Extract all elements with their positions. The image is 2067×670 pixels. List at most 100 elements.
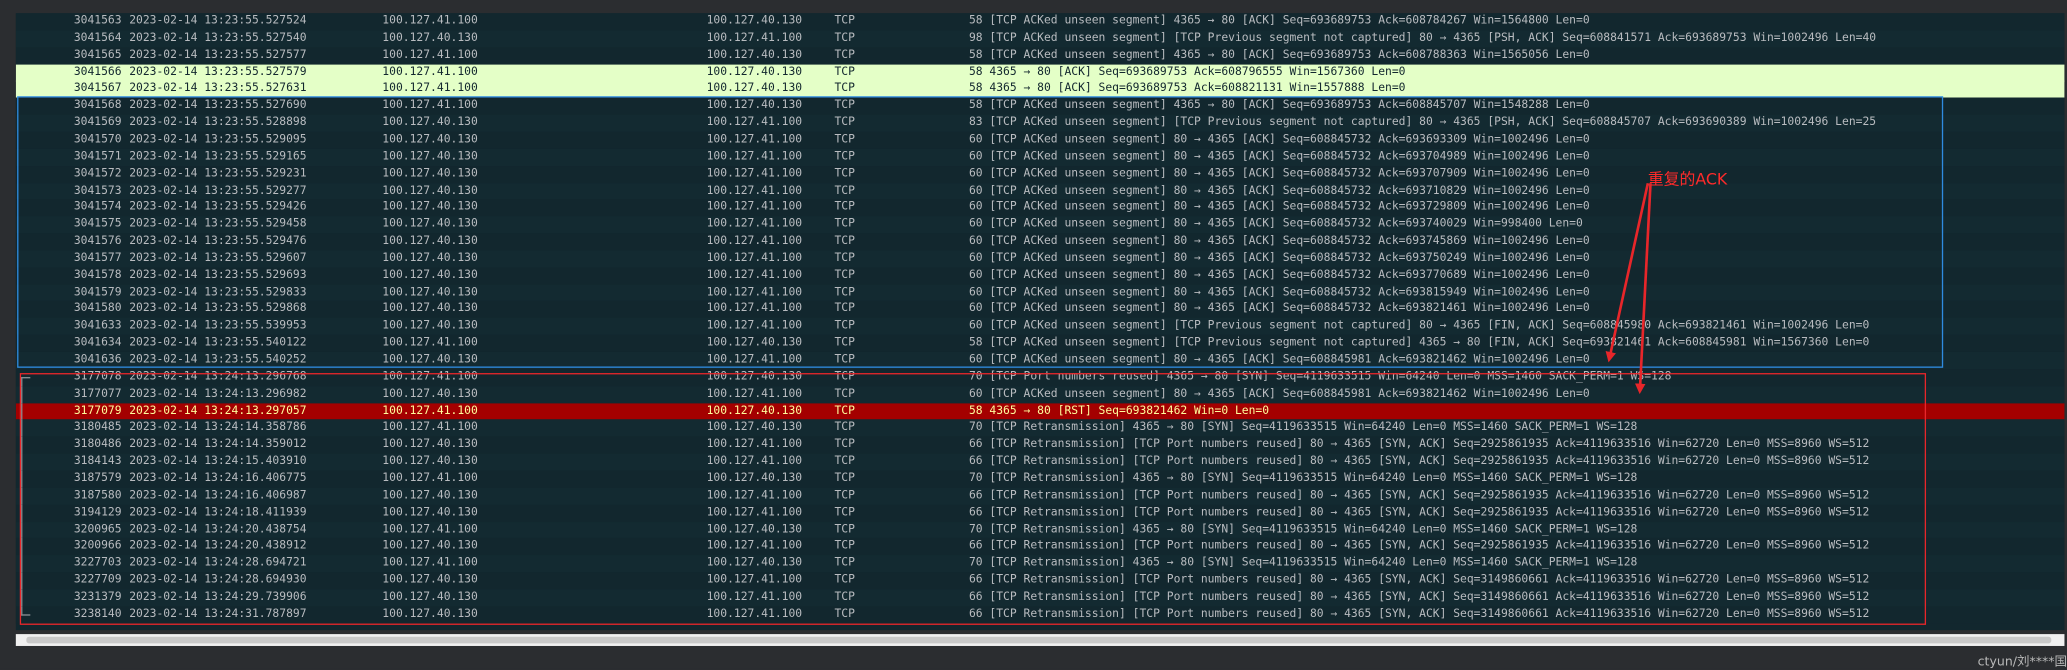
- packet-info: 60 [TCP ACKed unseen segment] 80 → 4365 …: [968, 302, 1590, 316]
- packet-source: 100.127.41.100: [382, 556, 478, 570]
- packet-destination: 100.127.41.100: [706, 200, 803, 215]
- packet-source: 100.127.40.130: [382, 438, 478, 452]
- packet-row[interactable]: 3200966 2023-02-14 13:24:20.438912 100.127…: [15, 538, 2065, 556]
- packet-destination: 100.127.41.100: [706, 150, 803, 164]
- packet-row[interactable]: 3041576 2023-02-14 13:23:55.529476 100.127…: [15, 233, 2065, 251]
- packet-row[interactable]: 3177078 2023-02-14 13:24:13.296768 100.127…: [15, 368, 2065, 388]
- packet-info: 70 [TCP Retransmission] 4365 → 80 [SYN] …: [968, 471, 1638, 486]
- packet-source: 100.127.40.130: [382, 302, 478, 316]
- conversation-bracket: [21, 470, 30, 488]
- packet-info: 66 [TCP Retransmission] [TCP Port number…: [968, 505, 1870, 519]
- packet-row[interactable]: 3238140 2023-02-14 13:24:31.787897 100.127…: [15, 606, 2065, 624]
- conversation-bracket: [21, 521, 30, 539]
- packet-row[interactable]: 3041565 2023-02-14 13:23:55.527577 100.127…: [15, 47, 2065, 65]
- packet-source: 100.127.41.100: [382, 14, 478, 28]
- packet-row[interactable]: 3187580 2023-02-14 13:24:16.406987 100.127…: [15, 487, 2065, 505]
- packet-row[interactable]: 3041579 2023-02-14 13:23:55.529833 100.127…: [15, 284, 2065, 302]
- packet-row[interactable]: 3041569 2023-02-14 13:23:55.528898 100.127…: [15, 114, 2065, 132]
- packet-destination: 100.127.41.100: [706, 166, 803, 181]
- packet-destination: 100.127.41.100: [706, 590, 803, 604]
- packet-time: 2023-02-14 13:24:20.438754: [129, 522, 307, 536]
- packet-number: 3041574: [73, 200, 122, 215]
- packet-destination: 100.127.41.100: [706, 217, 803, 231]
- packet-row[interactable]: 3041570 2023-02-14 13:23:55.529095 100.127…: [15, 131, 2065, 149]
- packet-row[interactable]: 3041580 2023-02-14 13:23:55.529868 100.127…: [15, 301, 2065, 319]
- packet-row[interactable]: 3041634 2023-02-14 13:23:55.540122 100.127…: [15, 335, 2065, 353]
- packet-row[interactable]: 3041578 2023-02-14 13:23:55.529693 100.127…: [15, 267, 2065, 285]
- packet-row[interactable]: 3200965 2023-02-14 13:24:20.438754 100.127…: [15, 521, 2065, 539]
- packet-row[interactable]: 3041564 2023-02-14 13:23:55.527540 100.127…: [15, 30, 2065, 48]
- packet-destination: 100.127.41.100: [706, 539, 803, 553]
- packet-source: 100.127.40.130: [382, 387, 478, 401]
- packet-source: 100.127.40.130: [382, 166, 478, 181]
- packet-row[interactable]: 3187579 2023-02-14 13:24:16.406775 100.127…: [15, 470, 2065, 488]
- packet-time: 2023-02-14 13:23:55.529476: [129, 234, 307, 248]
- packet-row[interactable]: 3180485 2023-02-14 13:24:14.358786 100.127…: [15, 419, 2065, 437]
- packet-number: 3041636: [73, 353, 122, 367]
- packet-number: 3041563: [73, 14, 122, 28]
- packet-row[interactable]: 3041574 2023-02-14 13:23:55.529426 100.127…: [15, 199, 2065, 217]
- packet-protocol: TCP: [834, 150, 855, 164]
- packet-row[interactable]: 3041568 2023-02-14 13:23:55.527690 100.127…: [15, 97, 2065, 116]
- packet-info: 60 [TCP ACKed unseen segment] 80 → 4365 …: [968, 353, 1590, 367]
- conversation-bracket: [21, 402, 30, 420]
- packet-protocol: TCP: [834, 539, 855, 553]
- packet-number: 3231379: [73, 590, 122, 604]
- packet-destination: 100.127.40.130: [706, 421, 803, 435]
- packet-row[interactable]: 3227703 2023-02-14 13:24:28.694721 100.127…: [15, 555, 2065, 573]
- packet-destination: 100.127.40.130: [706, 522, 803, 536]
- packet-number: 3041569: [73, 116, 122, 130]
- packet-source: 100.127.41.100: [382, 471, 478, 486]
- packet-row[interactable]: 3227709 2023-02-14 13:24:28.694930 100.127…: [15, 572, 2065, 590]
- conversation-bracket: [21, 555, 30, 573]
- packet-row[interactable]: 3177079 2023-02-14 13:24:13.297057 100.127…: [15, 402, 2065, 420]
- packet-row[interactable]: 3194129 2023-02-14 13:24:18.411939 100.127…: [15, 504, 2065, 522]
- packet-time: 2023-02-14 13:23:55.527631: [129, 82, 307, 96]
- packet-protocol: TCP: [834, 370, 855, 384]
- packet-row[interactable]: 3041573 2023-02-14 13:23:55.529277 100.127…: [15, 182, 2065, 200]
- packet-row[interactable]: 3177077 2023-02-14 13:24:13.296982 100.127…: [15, 385, 2065, 403]
- packet-time: 2023-02-14 13:23:55.529165: [129, 150, 307, 164]
- packet-protocol: TCP: [834, 302, 855, 316]
- packet-protocol: TCP: [834, 607, 855, 621]
- packet-row[interactable]: 3041633 2023-02-14 13:23:55.539953 100.127…: [15, 318, 2065, 336]
- scrollbar-thumb[interactable]: [26, 636, 2052, 644]
- packet-row[interactable]: 3041572 2023-02-14 13:23:55.529231 100.127…: [15, 165, 2065, 183]
- packet-source: 100.127.41.100: [382, 404, 478, 418]
- packet-destination: 100.127.41.100: [706, 251, 803, 265]
- packet-row[interactable]: 3231379 2023-02-14 13:24:29.739906 100.127…: [15, 589, 2065, 607]
- packet-time: 2023-02-14 13:23:55.528898: [129, 116, 307, 130]
- packet-number: 3041633: [73, 319, 122, 333]
- packet-row[interactable]: 3041575 2023-02-14 13:23:55.529458 100.127…: [15, 216, 2065, 234]
- packet-number: 3041575: [73, 217, 122, 231]
- packet-row[interactable]: 3041577 2023-02-14 13:23:55.529607 100.127…: [15, 250, 2065, 268]
- packet-info: 58 [TCP ACKed unseen segment] 4365 → 80 …: [968, 14, 1590, 28]
- packet-destination: 100.127.40.130: [706, 14, 803, 28]
- packet-row[interactable]: 3180486 2023-02-14 13:24:14.359012 100.127…: [15, 436, 2065, 454]
- packet-number: 3041572: [73, 166, 122, 181]
- packet-number: 3180486: [73, 438, 122, 452]
- packet-time: 2023-02-14 13:24:15.403910: [129, 454, 307, 469]
- packet-row[interactable]: 3041567 2023-02-14 13:23:55.527631 100.127…: [15, 80, 2065, 99]
- packet-destination: 100.127.41.100: [706, 31, 803, 45]
- packet-source: 100.127.40.130: [382, 268, 478, 282]
- packet-row[interactable]: 3041566 2023-02-14 13:23:55.527579 100.127…: [15, 63, 2065, 82]
- packet-protocol: TCP: [834, 116, 855, 130]
- packet-protocol: TCP: [834, 65, 855, 79]
- horizontal-scrollbar[interactable]: [15, 634, 2065, 646]
- packet-row[interactable]: 3041571 2023-02-14 13:23:55.529165 100.127…: [15, 148, 2065, 166]
- packet-protocol: TCP: [834, 99, 855, 113]
- packet-number: 3041571: [73, 150, 122, 164]
- packet-source: 100.127.40.130: [382, 319, 478, 333]
- packet-time: 2023-02-14 13:24:13.296982: [129, 387, 307, 401]
- packet-row[interactable]: 3184143 2023-02-14 13:24:15.403910 100.127…: [15, 453, 2065, 471]
- packet-info: 98 [TCP ACKed unseen segment] [TCP Previ…: [968, 31, 1877, 45]
- packet-list[interactable]: 3041563 2023-02-14 13:23:55.527524 100.127…: [15, 13, 2065, 631]
- packet-info: 58 [TCP ACKed unseen segment] 4365 → 80 …: [968, 48, 1590, 62]
- packet-source: 100.127.40.130: [382, 31, 478, 45]
- packet-row[interactable]: 3041563 2023-02-14 13:23:55.527524 100.127…: [15, 13, 2065, 31]
- packet-source: 100.127.40.130: [382, 454, 478, 469]
- packet-row[interactable]: 3041636 2023-02-14 13:23:55.540252 100.127…: [15, 351, 2065, 370]
- packet-protocol: TCP: [834, 421, 855, 435]
- packet-time: 2023-02-14 13:23:55.527690: [129, 99, 307, 113]
